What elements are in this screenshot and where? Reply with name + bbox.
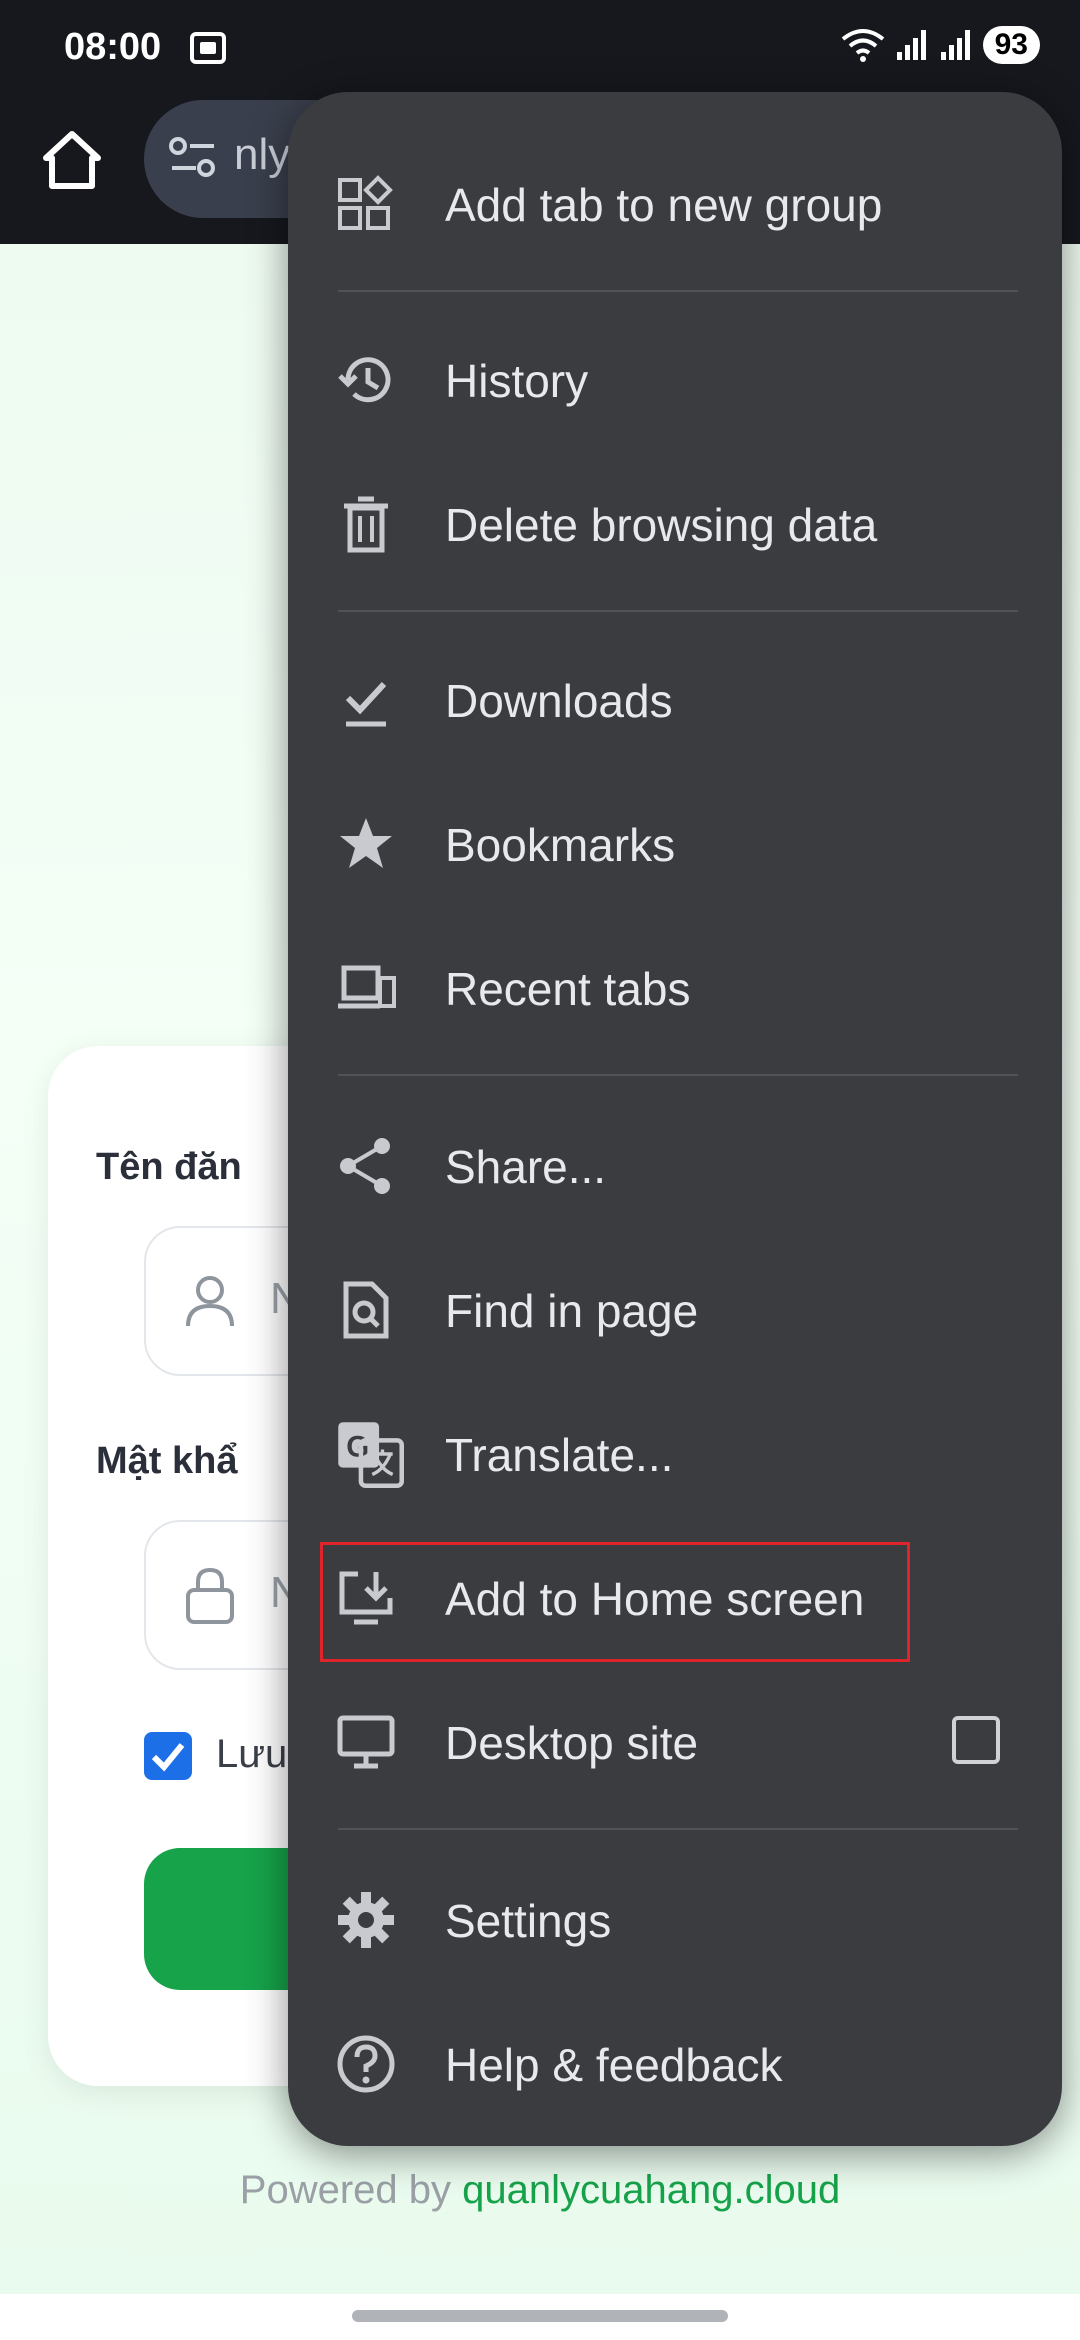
download-done-icon [345,681,387,727]
menu-item-label: Desktop site [445,1717,699,1769]
desktop-site-checkbox[interactable] [952,1716,1000,1764]
home-icon[interactable] [38,126,106,194]
highlight-box [320,1542,910,1662]
tab-group-icon [338,175,393,230]
menu-item-translate[interactable]: G Translate... [288,1394,1062,1514]
menu-item-label: Share... [445,1141,607,1193]
menu-item-label: Delete browsing data [445,499,878,551]
menu-item-downloads[interactable]: Downloads [288,640,1062,760]
menu-item-label: Settings [445,1895,612,1947]
powered-by: Powered by quanlycuahang.cloud [0,2168,1080,2213]
history-icon [338,357,391,403]
powered-prefix: Powered by [239,2168,463,2212]
menu-item-label: History [445,355,589,407]
menu-item-label: Recent tabs [445,963,691,1015]
star-icon [340,818,392,868]
menu-item-label: Bookmarks [445,819,676,871]
trash-icon [344,496,388,553]
svg-text:G: G [346,1430,369,1463]
powered-link[interactable]: quanlycuahang.cloud [462,2168,840,2212]
menu-item-label: Find in page [445,1285,699,1337]
gear-icon [338,1892,394,1948]
status-icons: 93 [841,26,1040,64]
menu-item-label: Translate... [445,1429,674,1481]
lock-icon [186,1567,234,1624]
menu-divider [338,1828,1018,1830]
remember-label: Lưu [216,1732,288,1776]
screen-record-icon [190,32,226,64]
menu-item-help-feedback[interactable]: Help & feedback [288,2004,1062,2124]
translate-icon: G [338,1422,404,1488]
wifi-icon [841,29,884,62]
remember-checkbox[interactable] [144,1732,192,1780]
desktop-icon [337,1715,395,1769]
menu-item-add-tab-to-group[interactable]: Add tab to new group [288,144,1062,264]
menu-item-label: Downloads [445,675,673,727]
find-in-page-icon [343,1281,389,1339]
site-settings-icon[interactable] [168,136,218,180]
menu-divider [338,1074,1018,1076]
check-icon [151,1743,185,1772]
menu-item-delete-browsing-data[interactable]: Delete browsing data [288,464,1062,584]
menu-item-settings[interactable]: Settings [288,1860,1062,1980]
browser-overflow-menu: Add tab to new group History Delete brow… [288,92,1062,2146]
devices-icon [338,965,396,1009]
user-icon [186,1276,234,1327]
menu-divider [338,290,1018,292]
menu-item-find-in-page[interactable]: Find in page [288,1250,1062,1370]
status-bar: 08:00 93 [0,0,1080,100]
menu-item-desktop-site[interactable]: Desktop site [288,1682,1062,1802]
username-label: Tên đăn [96,1146,242,1188]
clock: 08:00 [64,26,162,68]
battery-level: 93 [982,26,1040,64]
help-icon [337,2035,395,2093]
menu-item-history[interactable]: History [288,320,1062,440]
gesture-bar[interactable] [352,2310,728,2322]
menu-item-bookmarks[interactable]: Bookmarks [288,784,1062,904]
share-icon [340,1138,390,1194]
password-label: Mật khẩ [96,1440,238,1482]
url-text: nly [234,130,291,179]
menu-item-label: Help & feedback [445,2039,783,2091]
signal-icon [896,30,926,60]
menu-item-label: Add tab to new group [445,179,883,231]
menu-item-recent-tabs[interactable]: Recent tabs [288,928,1062,1048]
menu-divider [338,610,1018,612]
signal-icon-2 [940,30,970,60]
menu-item-share[interactable]: Share... [288,1106,1062,1226]
